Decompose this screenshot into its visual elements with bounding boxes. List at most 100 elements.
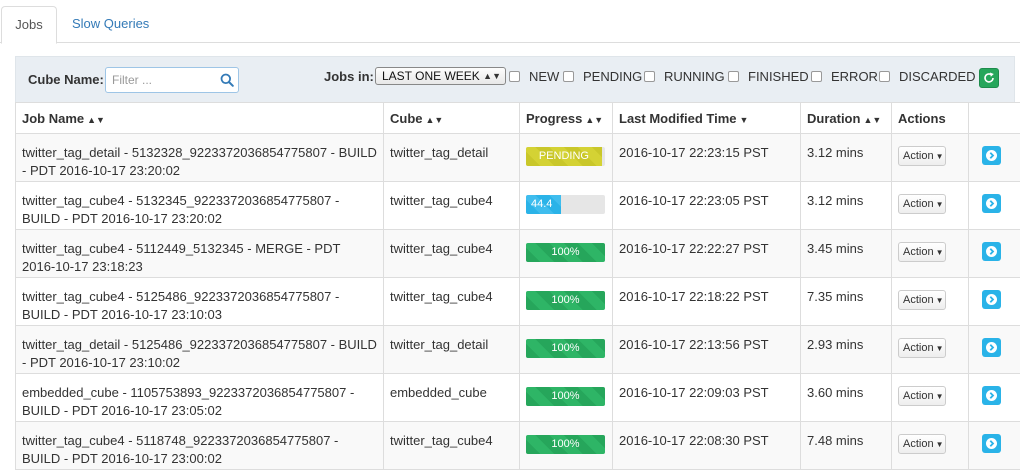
actions-cell: Action ▼ — [891, 325, 969, 374]
last-modified-cell: 2016-10-17 22:09:03 PST — [612, 373, 801, 422]
action-dropdown-button[interactable]: Action ▼ — [898, 146, 946, 166]
detail-cell — [968, 229, 1020, 278]
detail-cell — [968, 277, 1020, 326]
arrow-right-circle-icon — [986, 198, 997, 209]
caret-down-icon: ▼ — [935, 248, 944, 257]
action-dropdown-button[interactable]: Action ▼ — [898, 338, 946, 358]
checkbox[interactable] — [811, 71, 822, 82]
action-dropdown-button[interactable]: Action ▼ — [898, 290, 946, 310]
progress-fill: 100% — [526, 291, 605, 310]
status-label: RUNNING — [664, 69, 725, 84]
actions-cell: Action ▼ — [891, 229, 969, 278]
last-modified: 2016-10-17 22:18:22 PST — [619, 289, 769, 304]
jobs-in-select[interactable]: LAST ONE WEEK ▲▼ — [375, 67, 506, 85]
refresh-button[interactable] — [979, 68, 999, 88]
tab-slow-queries[interactable]: Slow Queries — [56, 6, 165, 44]
progress-bar: 100% — [526, 435, 605, 454]
filter-bar: Cube Name: Jobs in: LAST ONE WEEK ▲▼ NEW… — [15, 56, 1015, 102]
job-detail-button[interactable] — [982, 386, 1001, 405]
job-detail-button[interactable] — [982, 290, 1001, 309]
table-row[interactable]: embedded_cube - 1105753893_9223372036854… — [15, 373, 1020, 422]
job-detail-button[interactable] — [982, 194, 1001, 213]
table-row[interactable]: twitter_tag_detail - 5125486_92233720368… — [15, 325, 1020, 374]
progress-cell: 44.4 — [519, 181, 613, 230]
action-dropdown-button[interactable]: Action ▼ — [898, 194, 946, 214]
last-modified: 2016-10-17 22:09:03 PST — [619, 385, 769, 400]
column-header-duration[interactable]: Duration ▲▼ — [800, 102, 892, 134]
duration-cell: 7.48 mins — [800, 421, 892, 470]
job-name-cell: twitter_tag_cube4 - 5118748_922337203685… — [15, 421, 384, 470]
action-dropdown-button[interactable]: Action ▼ — [898, 242, 946, 262]
tab-bar: Jobs Slow Queries — [0, 0, 1020, 44]
detail-cell — [968, 421, 1020, 470]
action-label: Action — [903, 294, 934, 306]
action-dropdown-button[interactable]: Action ▼ — [898, 386, 946, 406]
header-label: Cube — [390, 111, 423, 126]
progress-bar: 100% — [526, 243, 605, 262]
duration: 3.60 mins — [807, 385, 864, 400]
last-modified: 2016-10-17 22:08:30 PST — [619, 433, 769, 448]
checkbox[interactable] — [728, 71, 739, 82]
arrow-right-circle-icon — [986, 150, 997, 161]
column-header-cube[interactable]: Cube ▲▼ — [383, 102, 520, 134]
cube-cell: embedded_cube — [383, 373, 520, 422]
arrow-right-circle-icon — [986, 438, 997, 449]
progress-cell: 100% — [519, 229, 613, 278]
status-checkbox-finished[interactable]: FINISHED — [728, 69, 809, 84]
status-checkbox-discarded[interactable]: DISCARDED — [879, 69, 976, 84]
cube-cell: twitter_tag_cube4 — [383, 277, 520, 326]
progress-fill: 100% — [526, 243, 605, 262]
job-name-cell: twitter_tag_detail - 5125486_92233720368… — [15, 325, 384, 374]
table-row[interactable]: twitter_tag_cube4 - 5132345_922337203685… — [15, 181, 1020, 230]
status-checkbox-running[interactable]: RUNNING — [644, 69, 725, 84]
table-row[interactable]: twitter_tag_detail - 5132328_92233720368… — [15, 133, 1020, 182]
table-row[interactable]: twitter_tag_cube4 - 5125486_922337203685… — [15, 277, 1020, 326]
job-detail-button[interactable] — [982, 146, 1001, 165]
arrow-right-circle-icon — [986, 390, 997, 401]
checkbox[interactable] — [509, 71, 520, 82]
job-name-cell: twitter_tag_cube4 - 5125486_922337203685… — [15, 277, 384, 326]
column-header-last-modified[interactable]: Last Modified Time ▼ — [612, 102, 801, 134]
column-header-job-name[interactable]: Job Name ▲▼ — [15, 102, 384, 134]
header-label: Progress — [526, 111, 583, 126]
cube-name: twitter_tag_cube4 — [390, 289, 493, 304]
header-label: Job Name — [22, 111, 85, 126]
arrow-right-circle-icon — [986, 294, 997, 305]
job-detail-button[interactable] — [982, 242, 1001, 261]
cube-cell: twitter_tag_detail — [383, 133, 520, 182]
job-name: twitter_tag_cube4 - 5125486_922337203685… — [22, 289, 340, 322]
checkbox[interactable] — [644, 71, 655, 82]
last-modified-cell: 2016-10-17 22:08:30 PST — [612, 421, 801, 470]
job-detail-button[interactable] — [982, 434, 1001, 453]
status-checkbox-new[interactable]: NEW — [509, 69, 559, 84]
tab-jobs[interactable]: Jobs — [1, 6, 57, 44]
status-checkbox-pending[interactable]: PENDING — [563, 69, 642, 84]
column-header-actions: Actions — [891, 102, 969, 134]
column-header-progress[interactable]: Progress ▲▼ — [519, 102, 613, 134]
cube-search-input[interactable] — [112, 72, 216, 88]
actions-cell: Action ▼ — [891, 277, 969, 326]
action-dropdown-button[interactable]: Action ▼ — [898, 434, 946, 454]
actions-cell: Action ▼ — [891, 133, 969, 182]
caret-down-icon: ▼ — [935, 392, 944, 401]
progress-cell: 100% — [519, 421, 613, 470]
jobs-in-select-value: LAST ONE WEEK — [382, 69, 480, 83]
checkbox[interactable] — [563, 71, 574, 82]
job-detail-button[interactable] — [982, 338, 1001, 357]
table-row[interactable]: twitter_tag_cube4 - 5112449_5132345 - ME… — [15, 229, 1020, 278]
duration: 7.48 mins — [807, 433, 864, 448]
table-row[interactable]: twitter_tag_cube4 - 5118748_922337203685… — [15, 421, 1020, 470]
duration: 7.35 mins — [807, 289, 864, 304]
last-modified: 2016-10-17 22:13:56 PST — [619, 337, 769, 352]
duration-cell: 3.45 mins — [800, 229, 892, 278]
sort-icon: ▲▼ — [585, 115, 604, 125]
status-checkbox-error[interactable]: ERROR — [811, 69, 878, 84]
caret-down-icon: ▼ — [935, 200, 944, 209]
checkbox[interactable] — [879, 71, 890, 82]
cube-search-box — [105, 67, 239, 93]
progress-bar: 100% — [526, 339, 605, 358]
table-header-row: Job Name ▲▼ Cube ▲▼ Progress ▲▼ Last Modifi… — [15, 102, 1020, 134]
status-label: PENDING — [583, 69, 643, 84]
search-icon[interactable] — [220, 73, 234, 87]
progress-fill: 100% — [526, 339, 605, 358]
